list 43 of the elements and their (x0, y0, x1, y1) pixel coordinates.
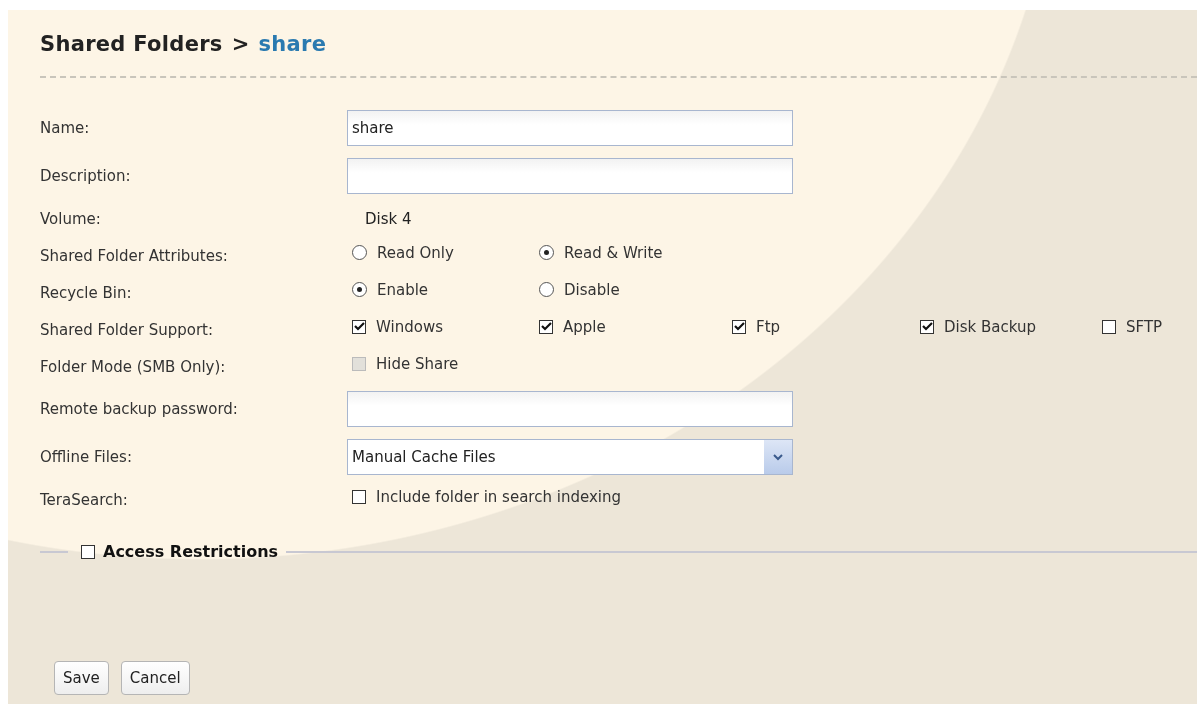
option-label: Enable (377, 280, 429, 299)
checkbox[interactable] (352, 489, 366, 504)
field-label: Remote backup password: (40, 400, 239, 418)
breadcrumb-parent: Shared Folders (40, 32, 223, 56)
section-title: Access Restrictions (103, 542, 279, 561)
field-label: Description: (40, 167, 132, 185)
radio-button[interactable] (352, 282, 367, 297)
field-label: Shared Folder Attributes: (40, 246, 229, 265)
checkbox[interactable] (352, 319, 366, 334)
text-field[interactable] (347, 391, 793, 427)
option-label: Disable (564, 280, 620, 299)
field-label: Recycle Bin: (40, 283, 133, 302)
option-label: Apple (563, 317, 606, 336)
option-label: Hide Share (376, 354, 459, 373)
field-label: Name: (40, 119, 91, 137)
checkbox[interactable] (920, 319, 934, 334)
form-button[interactable]: Save (54, 661, 109, 695)
option-label: Disk Backup (944, 317, 1036, 336)
radio-button[interactable] (539, 245, 554, 260)
field-label: TeraSearch: (40, 490, 129, 509)
radio-button[interactable] (539, 282, 554, 297)
option-label: Include folder in search indexing (376, 487, 621, 506)
text-field[interactable] (347, 158, 793, 194)
offline-files-dropdown[interactable]: Manual Cache Files (347, 439, 793, 475)
field-label: Folder Mode (SMB Only): (40, 357, 227, 376)
checkbox[interactable] (81, 544, 95, 559)
text-field[interactable]: share (347, 110, 793, 146)
option-label: Ftp (756, 317, 781, 336)
option-label: Read & Write (564, 243, 663, 262)
radio-button[interactable] (352, 245, 367, 260)
checkbox[interactable] (1102, 319, 1116, 334)
form-button[interactable]: Cancel (120, 661, 190, 695)
breadcrumb-separator: > (231, 32, 250, 56)
option-label: Read Only (377, 243, 454, 262)
option-label: SFTP (1126, 317, 1163, 336)
field-value: Disk 4 (365, 209, 412, 228)
option-label: Windows (376, 317, 443, 336)
field-label: Offline Files: (40, 448, 133, 466)
field-label: Shared Folder Support: (40, 320, 215, 339)
checkbox[interactable] (539, 319, 553, 334)
breadcrumb-current: share (258, 32, 327, 56)
field-label: Volume: (40, 209, 102, 228)
checkbox[interactable] (732, 319, 746, 334)
